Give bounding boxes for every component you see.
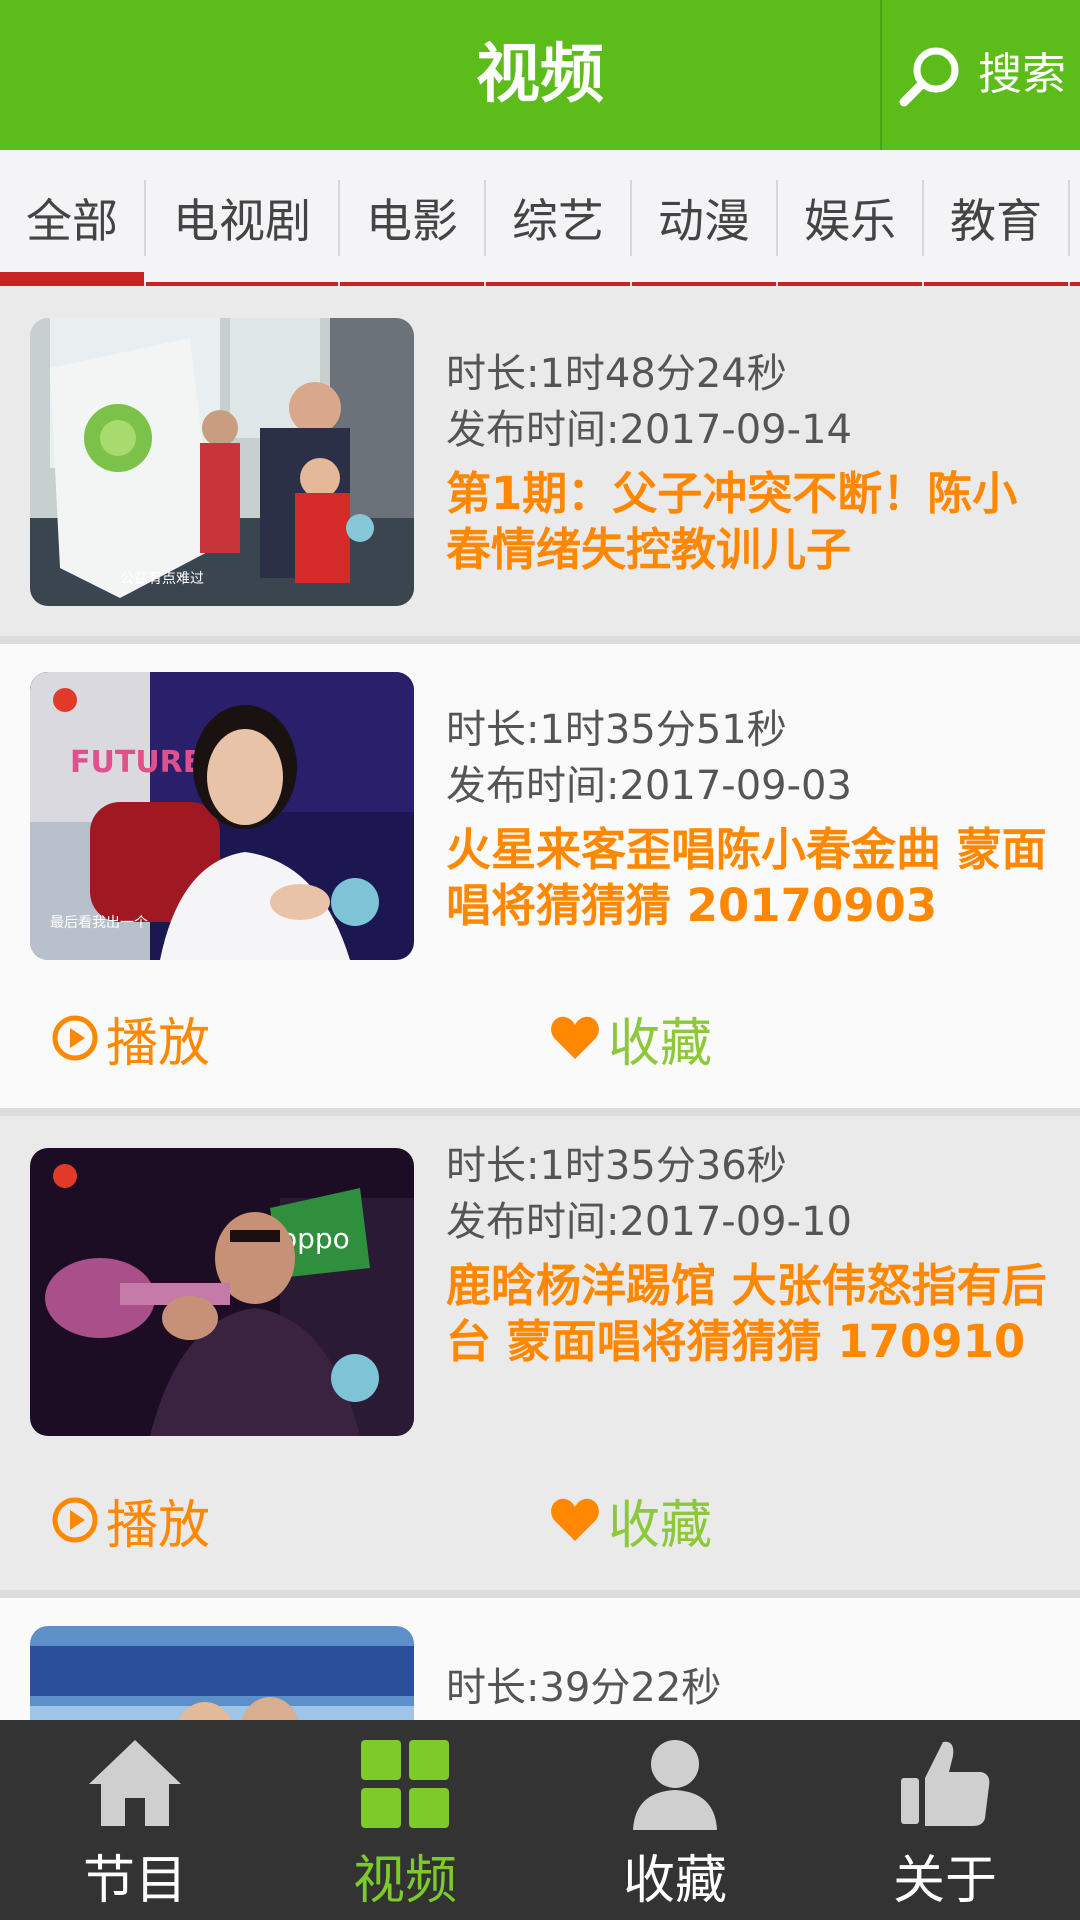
- video-duration: 时长:1时48分24秒: [446, 351, 787, 397]
- nav-label: 节目: [82, 1851, 187, 1911]
- thumb-brand: FUTURE: [70, 745, 203, 780]
- grid-icon: [361, 1740, 449, 1828]
- heart-icon: [551, 1016, 599, 1059]
- card-separator: [0, 636, 1080, 644]
- nav-about[interactable]: 关于: [810, 1720, 1080, 1920]
- tab-overflow: [1070, 150, 1080, 286]
- play-icon: [52, 1015, 98, 1061]
- tab-indicator: [0, 272, 144, 286]
- video-meta: 时长:1时35分51秒 发布时间:2017-09-03 火星来客歪唱陈小春金曲 …: [446, 702, 1056, 934]
- person-icon: [633, 1740, 717, 1830]
- tab-education[interactable]: 教育: [924, 150, 1068, 286]
- category-tabs: 全部 电视剧 电影 综艺 动漫 娱乐 教育: [0, 150, 1080, 286]
- favorite-button[interactable]: 收藏: [550, 993, 712, 1083]
- video-thumbnail[interactable]: 公益有点难过: [30, 318, 414, 606]
- video-meta: 时长:1时35分36秒 发布时间:2017-09-10 鹿晗杨洋踢馆 大张伟怒指…: [446, 1138, 1056, 1370]
- favorite-label: 收藏: [608, 1495, 713, 1556]
- video-title[interactable]: 火星来客歪唱陈小春金曲 蒙面唱将猜猜猜 20170903: [446, 822, 1056, 934]
- tab-label: 电视剧: [173, 194, 311, 248]
- video-publish-date: 发布时间:2017-09-14: [446, 407, 852, 453]
- tab-all[interactable]: 全部: [0, 150, 144, 286]
- nav-favorites[interactable]: 收藏: [540, 1720, 810, 1920]
- card-separator: [0, 1108, 1080, 1116]
- thumbs-up-icon: [901, 1741, 990, 1826]
- bottom-navigation: 节目 视频 收藏 关于: [0, 1720, 1080, 1920]
- video-duration: 时长:1时35分36秒: [446, 1143, 787, 1189]
- video-publish-date: 发布时间:2017-09-03: [446, 763, 852, 809]
- tab-label: 全部: [26, 194, 118, 248]
- app-header: 视频 搜索: [0, 0, 1080, 150]
- tab-movie[interactable]: 电影: [340, 150, 484, 286]
- tab-label: 电影: [366, 194, 458, 248]
- thumb-caption: 最后看我出一个: [50, 915, 148, 931]
- video-title[interactable]: 第1期：父子冲突不断！陈小春情绪失控教训儿子: [446, 466, 1056, 578]
- tab-label: 动漫: [658, 194, 750, 248]
- video-thumbnail[interactable]: oppo: [30, 1148, 414, 1436]
- favorite-label: 收藏: [608, 1013, 713, 1074]
- nav-label: 视频: [352, 1851, 457, 1911]
- favorite-button[interactable]: 收藏: [550, 1475, 712, 1565]
- tab-entertainment[interactable]: 娱乐: [778, 150, 922, 286]
- search-label: 搜索: [978, 49, 1066, 100]
- tab-label: 娱乐: [804, 194, 896, 248]
- tab-variety[interactable]: 综艺: [486, 150, 630, 286]
- nav-label: 关于: [892, 1851, 997, 1911]
- search-button[interactable]: 搜索: [880, 0, 1080, 150]
- card-separator: [0, 1590, 1080, 1598]
- play-label: 播放: [106, 1495, 211, 1556]
- home-icon: [89, 1740, 181, 1826]
- video-actions: 播放 收藏: [0, 1475, 1080, 1565]
- tab-tv-series[interactable]: 电视剧: [146, 150, 338, 286]
- play-button[interactable]: 播放: [52, 1475, 210, 1565]
- nav-video[interactable]: 视频: [270, 1720, 540, 1920]
- video-meta: 时长:1时48分24秒 发布时间:2017-09-14 第1期：父子冲突不断！陈…: [446, 346, 1056, 578]
- tab-anime[interactable]: 动漫: [632, 150, 776, 286]
- nav-programs[interactable]: 节目: [0, 1720, 270, 1920]
- tab-label: 综艺: [512, 194, 604, 248]
- video-duration: 时长:1时35分51秒: [446, 707, 787, 753]
- video-card[interactable]: FUTURE 最后看我出一个 时长:1时35分51秒 发布时间:2017-09-…: [0, 644, 1080, 1108]
- nav-label: 收藏: [622, 1851, 727, 1911]
- video-card[interactable]: 时长:39分22秒: [0, 1598, 1080, 1720]
- video-title[interactable]: 鹿晗杨洋踢馆 大张伟怒指有后台 蒙面唱将猜猜猜 170910: [446, 1258, 1056, 1370]
- video-duration: 时长:39分22秒: [446, 1665, 722, 1711]
- video-card[interactable]: oppo 时长:1时35分36秒 发布时间:2017-09-10 鹿晗杨洋踢馆 …: [0, 1116, 1080, 1590]
- video-actions: 播放 收藏: [0, 993, 1080, 1083]
- thumb-caption: 公益有点难过: [120, 571, 204, 587]
- heart-icon: [551, 1498, 599, 1541]
- video-thumbnail[interactable]: [30, 1626, 414, 1720]
- video-publish-date: 发布时间:2017-09-10: [446, 1199, 852, 1245]
- video-card[interactable]: 公益有点难过 时长:1时48分24秒 发布时间:2017-09-14 第1期：父…: [0, 286, 1080, 636]
- play-button[interactable]: 播放: [52, 993, 210, 1083]
- play-label: 播放: [106, 1013, 211, 1074]
- tab-label: 教育: [950, 194, 1042, 248]
- video-list[interactable]: 公益有点难过 时长:1时48分24秒 发布时间:2017-09-14 第1期：父…: [0, 286, 1080, 1720]
- video-thumbnail[interactable]: FUTURE 最后看我出一个: [30, 672, 414, 960]
- search-icon: [899, 47, 959, 107]
- play-icon: [52, 1497, 98, 1543]
- video-meta: 时长:39分22秒: [446, 1660, 1056, 1716]
